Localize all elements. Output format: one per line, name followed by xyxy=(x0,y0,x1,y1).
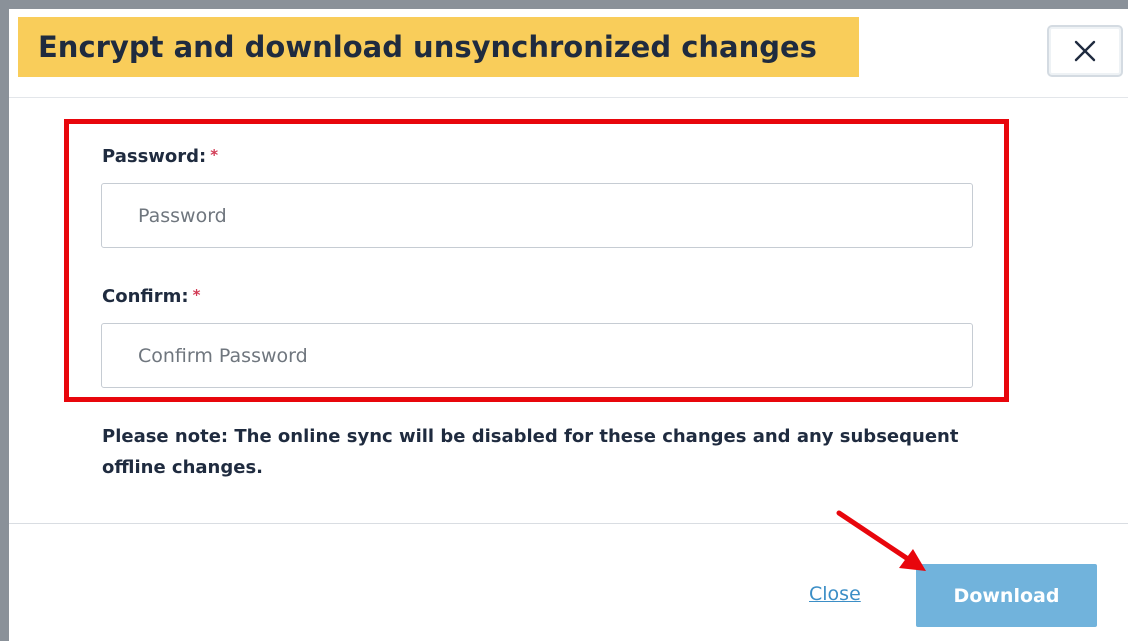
footer-divider xyxy=(9,523,1128,524)
download-button[interactable]: Download xyxy=(916,564,1097,627)
required-marker: * xyxy=(192,286,201,304)
close-icon xyxy=(1074,40,1096,62)
dialog-close-button[interactable] xyxy=(1047,25,1123,77)
close-link[interactable]: Close xyxy=(809,583,861,605)
sync-disabled-note: Please note: The online sync will be dis… xyxy=(102,426,959,478)
confirm-label-text: Confirm: xyxy=(102,286,189,307)
red-arrow-icon xyxy=(836,510,926,571)
confirm-password-input[interactable] xyxy=(101,323,973,388)
header-divider xyxy=(9,97,1128,98)
password-label: Password: * xyxy=(102,146,218,167)
window-frame-left xyxy=(0,0,9,641)
required-marker: * xyxy=(210,146,219,164)
dialog-title: Encrypt and download unsynchronized chan… xyxy=(38,30,817,64)
window-frame-top xyxy=(0,0,1128,9)
password-label-text: Password: xyxy=(102,146,207,167)
password-input[interactable] xyxy=(101,183,973,248)
confirm-label: Confirm: * xyxy=(102,286,200,307)
